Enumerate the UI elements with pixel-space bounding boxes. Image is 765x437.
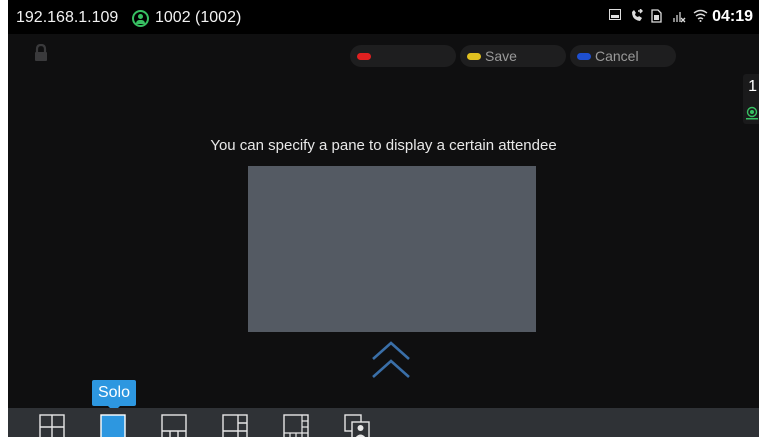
- cancel-button[interactable]: Cancel: [570, 45, 676, 67]
- device-frame-right: [759, 0, 765, 437]
- yellow-key-icon: [467, 52, 481, 60]
- record-icon: [746, 106, 758, 120]
- save-button[interactable]: Save: [460, 45, 566, 67]
- right-grid-layout-icon[interactable]: [222, 414, 248, 437]
- red-action-button[interactable]: [350, 45, 456, 67]
- account-label: 1002 (1002): [155, 9, 242, 26]
- status-icons: [609, 9, 708, 23]
- ip-address: 192.168.1.109: [16, 9, 119, 26]
- layout-tooltip: Solo: [92, 380, 136, 412]
- lock-icon[interactable]: [32, 44, 50, 62]
- solo-pane-preview[interactable]: [248, 166, 536, 332]
- screen: 192.168.1.109 1002 (1002) 04:19 Save Can…: [8, 0, 759, 437]
- side-column-layout-icon[interactable]: [283, 414, 309, 437]
- no-signal-icon: [672, 9, 686, 23]
- blue-key-icon: [577, 52, 591, 60]
- picture-in-picture-layout-icon[interactable]: [344, 414, 370, 437]
- clock: 04:19: [712, 8, 753, 25]
- status-bar: 192.168.1.109 1002 (1002) 04:19: [8, 0, 759, 34]
- participant-count: 1: [748, 78, 757, 95]
- account-status: 1002 (1002): [132, 9, 241, 27]
- grid-layout-icon[interactable]: [39, 414, 65, 437]
- layout-bar: [8, 408, 759, 437]
- image-icon: [609, 9, 623, 23]
- account-registered-icon: [132, 9, 149, 27]
- bottom-row-layout-icon[interactable]: [161, 414, 187, 437]
- instruction-text: You can specify a pane to display a cert…: [210, 137, 557, 154]
- call-forward-icon: [630, 9, 644, 23]
- wifi-icon: [693, 9, 708, 23]
- sim-icon: [651, 9, 665, 23]
- red-key-icon: [357, 52, 371, 60]
- chevron-up-icon[interactable]: [370, 340, 412, 380]
- action-bar: Save Cancel: [350, 45, 676, 67]
- solo-layout-icon[interactable]: [100, 414, 126, 437]
- device-frame-left: [0, 0, 8, 437]
